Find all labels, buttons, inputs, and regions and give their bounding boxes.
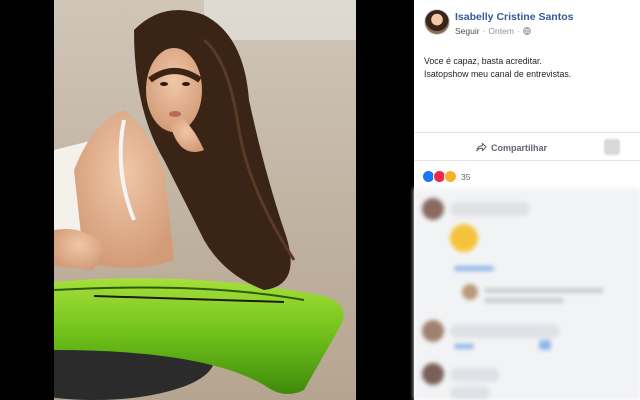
divider: [414, 160, 640, 161]
post-photo[interactable]: [54, 0, 356, 400]
post-text: Voce é capaz, basta acreditar. Isatopsho…: [424, 55, 634, 81]
comment-bubble: [450, 324, 560, 338]
reply-text: [484, 298, 564, 303]
comment-bubble: [450, 202, 530, 216]
author-name[interactable]: Isabelly Cristine Santos: [455, 11, 573, 23]
post-header: Isabelly Cristine Santos Seguir · Ontem ·: [414, 0, 640, 46]
comment-actions: [454, 344, 474, 349]
wow-reaction-icon: [444, 170, 457, 183]
meta-separator: ·: [516, 26, 520, 36]
reaction-count: 35: [461, 171, 471, 182]
share-arrow-icon: [476, 142, 487, 154]
comments-section-blurred: [414, 188, 640, 400]
post-meta: Seguir · Ontem ·: [455, 26, 531, 36]
beach-surfboard-photo: [54, 0, 356, 400]
photo-viewer: [0, 0, 412, 400]
post-text-line: Isatopshow meu canal de entrevistas.: [424, 69, 572, 79]
commenter-avatar: [422, 320, 444, 342]
comment-reaction: [539, 340, 551, 350]
share-button[interactable]: Compartilhar: [476, 142, 547, 154]
follow-link[interactable]: Seguir: [455, 26, 480, 36]
meta-separator: ·: [482, 26, 486, 36]
post-sidebar: Isabelly Cristine Santos Seguir · Ontem · V…: [414, 0, 640, 400]
post-text-line: Voce é capaz, basta acreditar.: [424, 56, 542, 66]
globe-icon: [522, 26, 531, 36]
commenter-avatar: [422, 363, 444, 385]
comment-bubble: [450, 386, 490, 400]
reply-avatar: [462, 284, 478, 300]
divider: [414, 132, 640, 133]
author-avatar[interactable]: [424, 9, 450, 35]
commenter-avatar: [422, 198, 444, 220]
viewer-avatar[interactable]: [604, 139, 620, 155]
post-timestamp[interactable]: Ontem: [488, 26, 514, 36]
reply-text: [484, 288, 604, 293]
comment-bubble: [450, 368, 500, 382]
reaction-summary[interactable]: 35: [422, 170, 470, 183]
comment-actions: [454, 266, 494, 271]
emoji-sticker: [450, 224, 478, 252]
share-label: Compartilhar: [491, 143, 548, 153]
